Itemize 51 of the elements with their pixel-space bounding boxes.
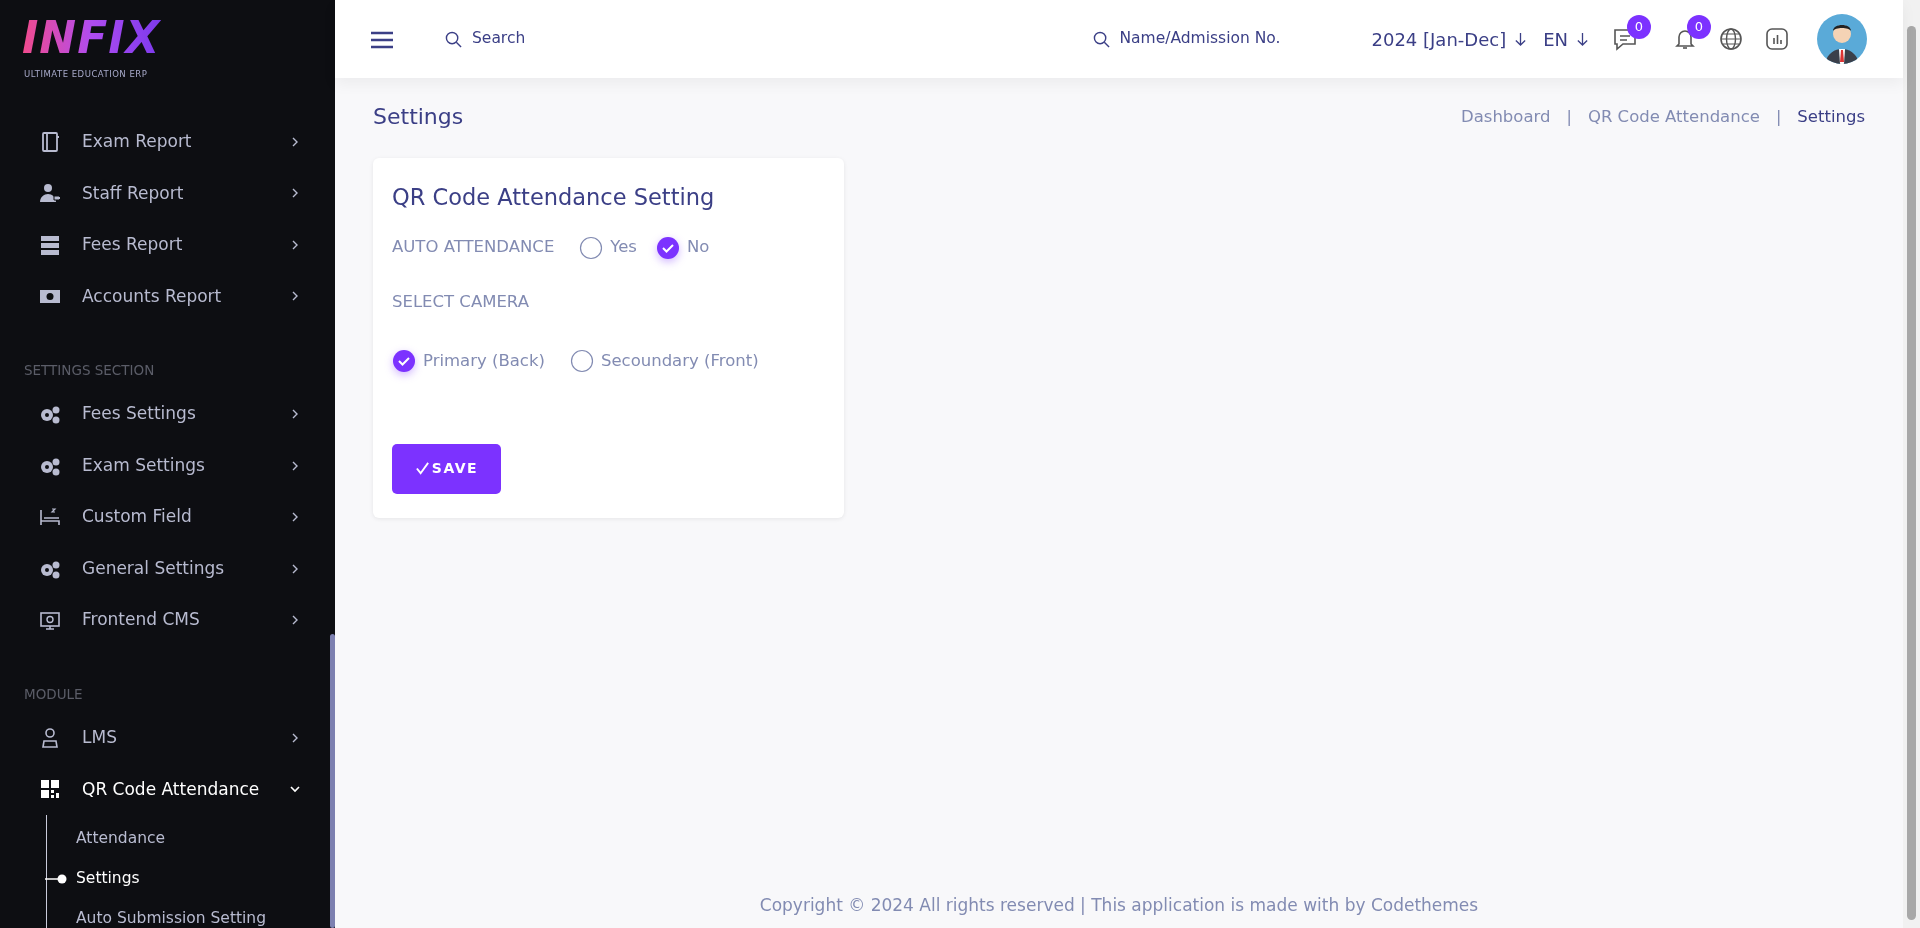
breadcrumb-separator: | — [1775, 106, 1782, 129]
radio-button[interactable] — [569, 349, 594, 374]
sidebar-item[interactable]: Fees Report — [0, 219, 329, 271]
field-label: SELECT CAMERA — [392, 292, 529, 312]
language-icon — [1717, 25, 1745, 53]
scrollbar-thumb[interactable] — [1907, 26, 1916, 920]
radio-button[interactable] — [392, 349, 416, 374]
sidebar-item[interactable]: Exam Settings — [0, 439, 329, 492]
logo-tagline: ULTIMATE EDUCATION ERP — [24, 68, 148, 81]
search-icon — [445, 30, 462, 48]
count-badge: 0 — [1687, 15, 1711, 39]
sidebar-item[interactable]: Fees Settings — [0, 388, 329, 440]
radio-button[interactable] — [579, 235, 604, 260]
session-dropdown[interactable]: 2024 [Jan-Dec] — [1371, 25, 1528, 53]
sidebar-item[interactable]: Exam Report — [0, 116, 329, 168]
sidebar-item[interactable]: Accounts Report — [0, 270, 329, 322]
count-badge: 0 — [1627, 15, 1651, 39]
search-field[interactable]: Search — [470, 26, 710, 52]
bullet-icon — [45, 874, 67, 884]
submenu-item[interactable]: Auto Submission Setting — [76, 901, 266, 928]
message-button[interactable]: 0 — [1611, 15, 1651, 55]
sidebar-scrollbar[interactable] — [330, 634, 335, 928]
card-title: QR Code Attendance Setting — [392, 184, 716, 212]
sidebar-item[interactable]: Custom Field — [0, 491, 329, 543]
arrow-down-icon — [1576, 31, 1589, 47]
submenu-item[interactable]: Attendance — [76, 821, 166, 857]
check-icon — [414, 461, 430, 477]
search-icon — [1092, 30, 1110, 48]
radio-button[interactable] — [655, 235, 680, 260]
arrow-down-icon — [1514, 31, 1528, 47]
sidebar-item[interactable]: QR Code Attendance — [0, 763, 329, 815]
student-search-field[interactable]: Name/Admission No. — [1117, 26, 1318, 52]
sidebar-item[interactable]: Frontend CMS — [0, 594, 329, 646]
section-heading: MODULE — [24, 684, 83, 704]
stats-icon — [1763, 25, 1791, 53]
menu-icon — [371, 30, 393, 49]
sidebar-item[interactable]: LMS — [0, 712, 329, 764]
scrollbar[interactable] — [1903, 0, 1920, 928]
footer-text: Copyright © 2024 All rights reserved | This application is made with by Codethemes — [759, 894, 1479, 915]
sidebar-item[interactable]: Staff Report — [0, 167, 329, 219]
sidebar-item[interactable]: General Settings — [0, 542, 329, 595]
breadcrumb-link[interactable]: Settings — [1797, 104, 1865, 130]
breadcrumb-separator: | — [1566, 106, 1572, 129]
page-title: Settings — [373, 104, 464, 131]
avatar[interactable] — [1817, 14, 1867, 64]
notification-button[interactable]: 0 — [1671, 15, 1711, 55]
field-label: AUTO ATTENDANCE — [392, 236, 555, 259]
section-heading: SETTINGS SECTION — [24, 361, 155, 380]
save-button[interactable]: SAVE — [392, 443, 501, 494]
submenu-item[interactable]: Settings — [76, 861, 140, 897]
language-dropdown[interactable]: EN — [1543, 25, 1589, 53]
